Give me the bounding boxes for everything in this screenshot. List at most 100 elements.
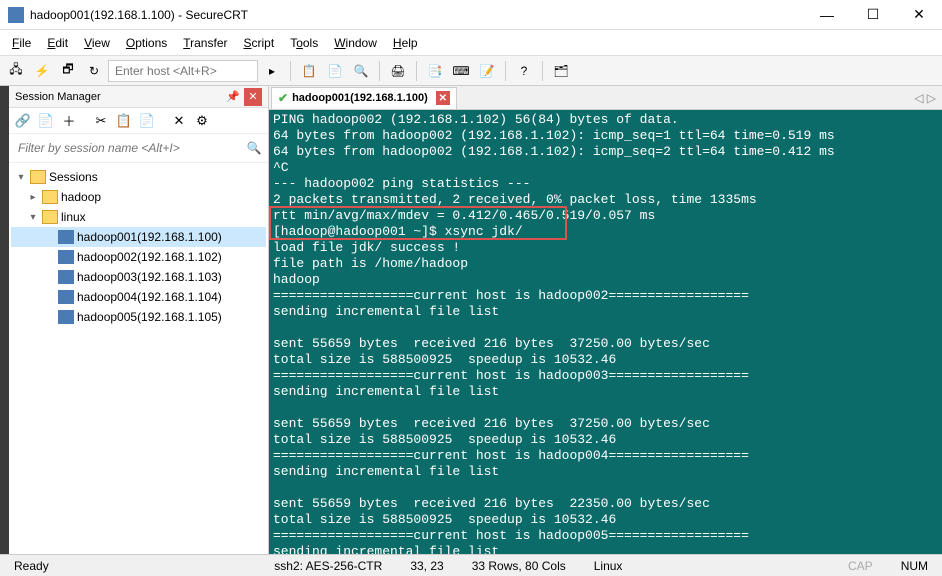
delete-icon[interactable]: ✕ <box>169 111 189 131</box>
tab-label: hadoop001(192.168.1.100) <box>292 92 428 104</box>
status-size: 33 Rows, 80 Cols <box>466 559 572 573</box>
host-icon <box>58 290 74 304</box>
maximize-button[interactable]: ☐ <box>850 0 896 30</box>
tab-close-icon[interactable]: ✕ <box>436 91 450 105</box>
tree-host-hadoop002[interactable]: hadoop002(192.168.1.102) <box>11 247 266 267</box>
separator <box>505 61 506 81</box>
tree-folder-hadoop[interactable]: ▸ hadoop <box>11 187 266 207</box>
minimize-button[interactable]: — <box>804 0 850 30</box>
host-icon <box>58 310 74 324</box>
link-icon[interactable]: 🔗 <box>13 111 33 131</box>
chevron-right-icon[interactable]: ▸ <box>27 192 39 203</box>
chevron-down-icon[interactable]: ▾ <box>27 212 39 223</box>
main-area: Session Manager 📌 ✕ 🔗 📄 ＋ ✂ 📋 📄 ✕ ⚙ 🔍 ▾ … <box>0 86 942 554</box>
menu-file[interactable]: File <box>4 32 39 54</box>
print-icon[interactable]: 🖨 <box>386 59 410 83</box>
close-button[interactable]: ✕ <box>896 0 942 30</box>
tree-folder-linux[interactable]: ▾ linux <box>11 207 266 227</box>
find-icon[interactable]: 🔍 <box>349 59 373 83</box>
separator <box>542 61 543 81</box>
status-ready: Ready <box>8 559 55 573</box>
titlebar: hadoop001(192.168.1.100) - SecureCRT — ☐… <box>0 0 942 30</box>
tree-label: linux <box>61 210 86 224</box>
session-manager-header: Session Manager 📌 ✕ <box>9 86 268 108</box>
folder-icon <box>42 190 58 204</box>
menu-file-label: ile <box>19 36 31 50</box>
quick-connect-icon[interactable]: ⚡ <box>30 59 54 83</box>
paste-icon[interactable]: 📄 <box>323 59 347 83</box>
tab-hadoop001[interactable]: ✔ hadoop001(192.168.1.100) ✕ <box>271 87 457 109</box>
panel-close-icon[interactable]: ✕ <box>244 88 262 106</box>
terminal[interactable]: PING hadoop002 (192.168.1.102) 56(84) by… <box>269 110 942 554</box>
reconnect-icon[interactable]: ↻ <box>82 59 106 83</box>
session-manager-title: Session Manager <box>15 91 224 103</box>
menu-script[interactable]: Script <box>236 32 283 54</box>
connect-in-tab-icon[interactable]: 🗗 <box>56 59 80 83</box>
terminal-tabs: ✔ hadoop001(192.168.1.100) ✕ ◁ ▷ <box>269 86 942 110</box>
status-cipher: ssh2: AES-256-CTR <box>268 559 388 573</box>
app-icon <box>8 7 24 23</box>
tree-host-hadoop004[interactable]: hadoop004(192.168.1.104) <box>11 287 266 307</box>
separator <box>416 61 417 81</box>
left-dock <box>0 86 9 554</box>
help-icon[interactable]: ? <box>512 59 536 83</box>
tree-host-hadoop001[interactable]: hadoop001(192.168.1.100) <box>11 227 266 247</box>
status-cursor: 33, 23 <box>404 559 449 573</box>
cut-icon[interactable]: ✂ <box>91 111 111 131</box>
host-icon <box>58 250 74 264</box>
options-icon[interactable]: 🗂 <box>549 59 573 83</box>
folder-icon <box>30 170 46 184</box>
paste2-icon[interactable]: 📄 <box>137 111 157 131</box>
highlight-box <box>269 206 567 240</box>
folder-icon <box>42 210 58 224</box>
session-manager-toolbar: 🔗 📄 ＋ ✂ 📋 📄 ✕ ⚙ <box>9 108 268 134</box>
copy2-icon[interactable]: 📋 <box>114 111 134 131</box>
menu-edit[interactable]: Edit <box>39 32 76 54</box>
toolbar: 🖧 ⚡ 🗗 ↻ ▸ 📋 📄 🔍 🖨 📑 ⌨ 📝 ? 🗂 <box>0 56 942 86</box>
tree-label: Sessions <box>49 170 98 184</box>
menu-view[interactable]: View <box>76 32 118 54</box>
menubar: File Edit View Options Transfer Script T… <box>0 30 942 56</box>
status-cap: CAP <box>842 559 879 573</box>
menu-window[interactable]: Window <box>326 32 385 54</box>
tree-label: hadoop002(192.168.1.102) <box>77 250 222 264</box>
keymap-icon[interactable]: ⌨ <box>449 59 473 83</box>
session-filter: 🔍 <box>9 134 268 163</box>
status-os: Linux <box>588 559 629 573</box>
properties2-icon[interactable]: ⚙ <box>192 111 212 131</box>
status-num: NUM <box>895 559 934 573</box>
tree-label: hadoop004(192.168.1.104) <box>77 290 222 304</box>
tree-host-hadoop003[interactable]: hadoop003(192.168.1.103) <box>11 267 266 287</box>
properties-icon[interactable]: 📑 <box>423 59 447 83</box>
menu-tools[interactable]: Tools <box>282 32 326 54</box>
tree-host-hadoop005[interactable]: hadoop005(192.168.1.105) <box>11 307 266 327</box>
host-icon <box>58 230 74 244</box>
menu-options[interactable]: Options <box>118 32 175 54</box>
separator <box>290 61 291 81</box>
window-title: hadoop001(192.168.1.100) - SecureCRT <box>30 8 804 22</box>
tab-nav[interactable]: ◁ ▷ <box>908 91 942 105</box>
copy-icon[interactable]: 📋 <box>297 59 321 83</box>
search-icon[interactable]: 🔍 <box>243 137 265 159</box>
log-icon[interactable]: 📝 <box>475 59 499 83</box>
tree-label: hadoop003(192.168.1.103) <box>77 270 222 284</box>
separator <box>379 61 380 81</box>
tree-label: hadoop005(192.168.1.105) <box>77 310 222 324</box>
terminal-area: ✔ hadoop001(192.168.1.100) ✕ ◁ ▷ PING ha… <box>269 86 942 554</box>
connect-icon[interactable]: 🖧 <box>4 59 28 83</box>
host-input[interactable] <box>108 60 258 82</box>
pin-icon[interactable]: 📌 <box>224 88 242 106</box>
menu-help[interactable]: Help <box>385 32 426 54</box>
go-icon[interactable]: ▸ <box>260 59 284 83</box>
chevron-down-icon[interactable]: ▾ <box>15 172 27 183</box>
filter-input[interactable] <box>12 137 243 159</box>
new-session-icon[interactable]: 📄 <box>36 111 56 131</box>
add-icon[interactable]: ＋ <box>59 111 79 131</box>
statusbar: Ready ssh2: AES-256-CTR 33, 23 33 Rows, … <box>0 554 942 576</box>
session-tree: ▾ Sessions ▸ hadoop ▾ linux hadoop001(19… <box>9 163 268 554</box>
connected-icon: ✔ <box>278 91 288 105</box>
menu-transfer[interactable]: Transfer <box>175 32 235 54</box>
session-manager-panel: Session Manager 📌 ✕ 🔗 📄 ＋ ✂ 📋 📄 ✕ ⚙ 🔍 ▾ … <box>9 86 269 554</box>
tree-label: hadoop <box>61 190 101 204</box>
tree-root[interactable]: ▾ Sessions <box>11 167 266 187</box>
